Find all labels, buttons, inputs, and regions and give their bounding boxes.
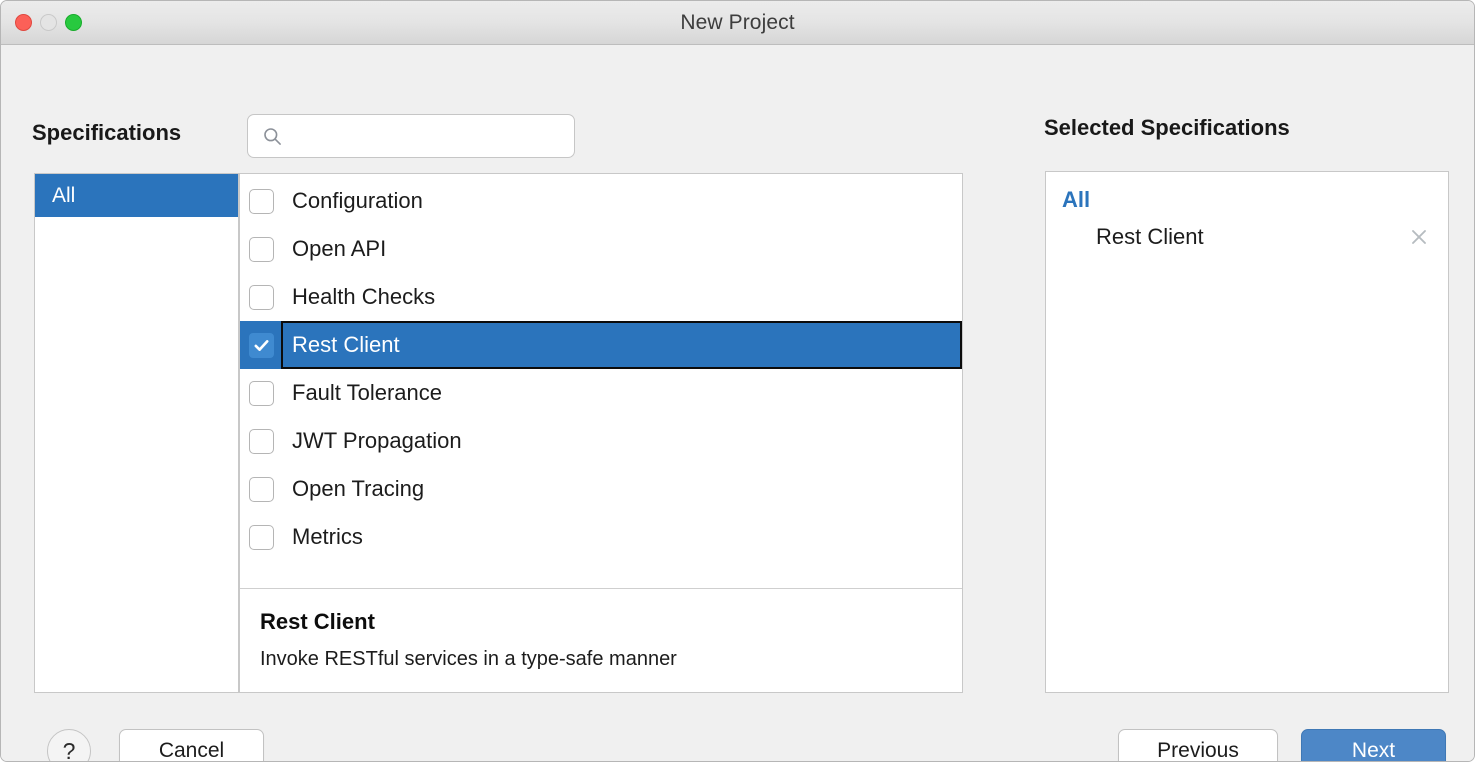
selected-list-item[interactable]: Rest Client	[1046, 217, 1448, 257]
description-title: Rest Client	[260, 609, 375, 634]
close-icon[interactable]	[1408, 226, 1430, 248]
checkbox[interactable]	[249, 380, 274, 406]
list-item[interactable]: Health Checks	[240, 273, 962, 321]
search-input[interactable]	[291, 123, 574, 149]
list-item-label: Open Tracing	[292, 476, 425, 501]
specification-list[interactable]: Configuration Open API Health Checks Res…	[240, 174, 962, 588]
list-item-label: Rest Client	[292, 332, 400, 357]
maximize-window-button[interactable]	[65, 14, 82, 31]
previous-button[interactable]: Previous	[1118, 729, 1278, 762]
category-list[interactable]: All	[34, 173, 239, 693]
checkbox[interactable]	[249, 524, 274, 550]
checkbox[interactable]	[249, 428, 274, 454]
checkbox[interactable]	[249, 476, 274, 502]
description-pane: Rest Client Invoke RESTful services in a…	[240, 588, 962, 692]
new-project-dialog: New Project Specifications Selected Spec…	[0, 0, 1475, 762]
category-item-all[interactable]: All	[35, 174, 238, 217]
next-button-label: Next	[1351, 739, 1396, 762]
category-item-label: All	[52, 183, 76, 207]
list-item-label: Fault Tolerance	[292, 380, 443, 405]
specifications-heading: Specifications	[32, 120, 182, 145]
previous-button-label: Previous	[1157, 739, 1239, 762]
list-item[interactable]: Fault Tolerance	[240, 369, 962, 417]
list-item-label: Metrics	[292, 524, 363, 549]
list-item[interactable]: Open Tracing	[240, 465, 962, 513]
selected-group-label: All	[1062, 187, 1091, 212]
selected-specifications-list[interactable]: All Rest Client	[1045, 171, 1449, 693]
selected-list-item-label: Rest Client	[1096, 224, 1204, 249]
list-item[interactable]: Configuration	[240, 177, 962, 225]
help-button[interactable]: ?	[47, 729, 91, 762]
window-controls	[15, 1, 82, 44]
selected-specifications-heading: Selected Specifications	[1044, 115, 1290, 140]
list-item-selected[interactable]: Rest Client	[240, 321, 962, 369]
checkmark-icon	[254, 339, 269, 351]
checkbox[interactable]	[249, 284, 274, 310]
window-title: New Project	[680, 10, 795, 34]
list-item[interactable]: Open API	[240, 225, 962, 273]
minimize-window-button[interactable]	[40, 14, 57, 31]
checkbox[interactable]	[249, 236, 274, 262]
list-item-label: Health Checks	[292, 284, 436, 309]
list-item[interactable]: Metrics	[240, 513, 962, 561]
next-button[interactable]: Next	[1301, 729, 1446, 762]
cancel-button[interactable]: Cancel	[119, 729, 264, 762]
specification-list-panel: Configuration Open API Health Checks Res…	[239, 173, 963, 693]
list-item-label: JWT Propagation	[292, 428, 462, 453]
dialog-body: Specifications Selected Specifications A…	[1, 45, 1474, 762]
checkbox-checked[interactable]	[249, 332, 274, 358]
list-item-label: Open API	[292, 236, 387, 261]
help-button-label: ?	[62, 737, 76, 762]
list-item[interactable]: JWT Propagation	[240, 417, 962, 465]
close-window-button[interactable]	[15, 14, 32, 31]
search-icon	[264, 127, 281, 145]
checkbox[interactable]	[249, 188, 274, 214]
titlebar: New Project	[1, 1, 1474, 45]
list-item-label: Configuration	[292, 188, 423, 213]
cancel-button-label: Cancel	[158, 739, 225, 762]
description-text: Invoke RESTful services in a type-safe m…	[260, 648, 677, 670]
search-box[interactable]	[247, 114, 575, 158]
